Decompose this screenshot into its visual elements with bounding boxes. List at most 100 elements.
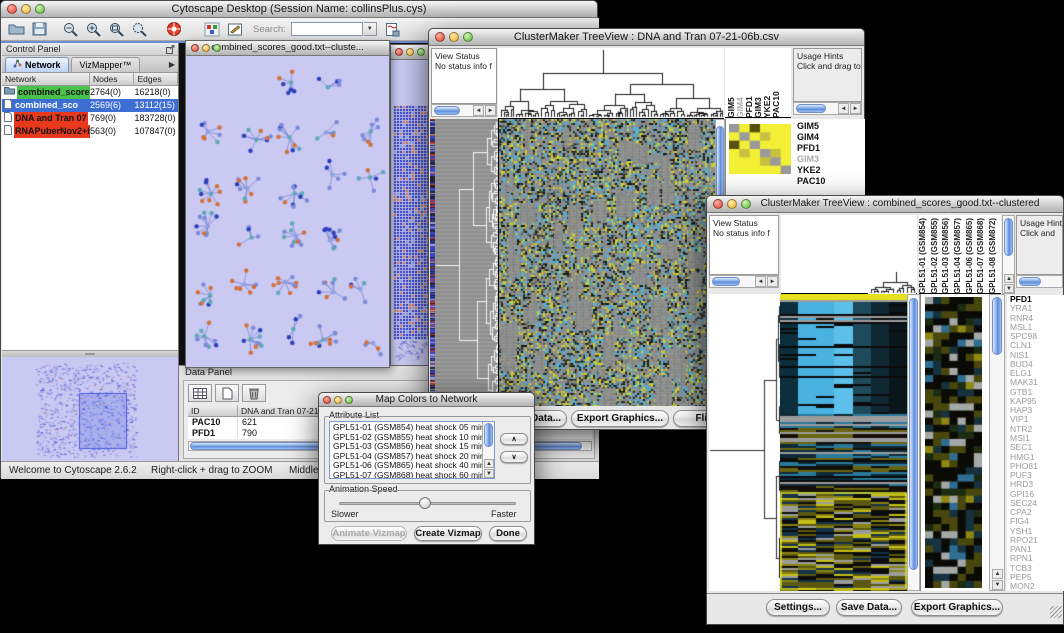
- close-button[interactable]: [191, 44, 199, 52]
- tv1-row-dendrogram[interactable]: [435, 119, 498, 406]
- network-row[interactable]: DNA and Tran 07769(0)183728(0): [2, 112, 178, 125]
- tv2-settings-button[interactable]: Settings...: [766, 599, 830, 616]
- tv2-column-dendrogram[interactable]: [868, 270, 916, 294]
- scroll-left-arrow[interactable]: ◄: [755, 276, 766, 287]
- scroll-right-arrow[interactable]: ►: [850, 103, 861, 114]
- tv1-heatmap[interactable]: [498, 119, 715, 406]
- maximize-button[interactable]: [345, 396, 353, 404]
- annotation-icon[interactable]: [224, 19, 246, 39]
- save-icon[interactable]: [28, 19, 50, 39]
- open-folder-icon[interactable]: [5, 19, 27, 39]
- search-options-icon[interactable]: [382, 19, 404, 39]
- scroll-thumb[interactable]: [1019, 277, 1041, 286]
- gene-label[interactable]: PFD1: [797, 143, 863, 154]
- tv1-correlation-matrix[interactable]: [729, 124, 791, 174]
- move-down-button[interactable]: ∨: [500, 451, 528, 463]
- main-title-bar[interactable]: Cytoscape Desktop (Session Name: collins…: [1, 1, 597, 18]
- scroll-thumb[interactable]: [909, 298, 918, 570]
- create-vizmap-button[interactable]: Create Vizmap: [414, 526, 482, 541]
- scroll-up-arrow[interactable]: ▲: [1004, 274, 1014, 283]
- tv1-export-graphics-button[interactable]: Export Graphics...: [571, 410, 669, 427]
- tv2-viewstatus-scrollbar[interactable]: ◄ ►: [709, 275, 779, 288]
- tv1-title-bar[interactable]: ClusterMaker TreeView : DNA and Tran 07-…: [429, 29, 864, 46]
- attribute-list-vscrollbar[interactable]: ▲ ▼: [482, 422, 494, 478]
- tv2-heatmap[interactable]: [780, 294, 907, 591]
- scroll-down-arrow[interactable]: ▼: [484, 469, 494, 478]
- tv2-detail-heatmap[interactable]: [925, 297, 982, 588]
- close-button[interactable]: [713, 199, 723, 209]
- animate-vizmap-button[interactable]: Animate Vizmap: [331, 526, 407, 541]
- data-column-header[interactable]: ID: [188, 405, 238, 417]
- scroll-thumb[interactable]: [1004, 218, 1013, 256]
- zoom-in-icon[interactable]: [83, 19, 105, 39]
- maximize-button[interactable]: [463, 32, 473, 42]
- dialog-title-bar[interactable]: Map Colors to Network: [319, 393, 534, 407]
- help-lifering-icon[interactable]: [163, 19, 185, 39]
- minimize-button[interactable]: [334, 396, 342, 404]
- maximize-button[interactable]: [741, 199, 751, 209]
- scroll-thumb[interactable]: [992, 297, 1002, 355]
- scroll-thumb[interactable]: [434, 106, 460, 115]
- gene-label[interactable]: MON2: [1010, 582, 1064, 591]
- zoom-out-icon[interactable]: [60, 19, 82, 39]
- tab-network[interactable]: Network: [5, 57, 69, 72]
- gene-label[interactable]: GIM5: [797, 121, 863, 132]
- scroll-right-arrow[interactable]: ►: [485, 105, 496, 116]
- tab-overflow-arrow[interactable]: ▶: [169, 57, 175, 72]
- vizmapper-icon[interactable]: [201, 19, 223, 39]
- scroll-up-arrow[interactable]: ▲: [484, 459, 494, 468]
- tv2-usagehints-scrollbar[interactable]: [1016, 275, 1063, 288]
- attribute-select-icon[interactable]: [188, 384, 212, 402]
- resize-grip[interactable]: [1050, 606, 1062, 618]
- tv1-usagehints-scrollbar[interactable]: ◄ ►: [793, 102, 862, 115]
- tv2-title-bar[interactable]: ClusterMaker TreeView : combined_scores_…: [707, 196, 1063, 213]
- tv2-row-dendrogram[interactable]: [709, 294, 780, 591]
- close-button[interactable]: [435, 32, 445, 42]
- frame1-title-bar[interactable]: combined_scores_good.txt--cluste...: [186, 41, 389, 56]
- column-header-network[interactable]: Network: [2, 73, 90, 86]
- new-attribute-icon[interactable]: [215, 384, 239, 402]
- scroll-left-arrow[interactable]: ◄: [473, 105, 484, 116]
- speed-slider-thumb[interactable]: [419, 497, 431, 509]
- tv1-column-dendrogram[interactable]: [498, 48, 724, 119]
- column-header-edges[interactable]: Edges: [134, 73, 178, 86]
- tv2-heatmap-vscrollbar[interactable]: [907, 294, 920, 591]
- tv2-detail-vscrollbar[interactable]: ▲ ▼: [989, 294, 1005, 591]
- minimize-button[interactable]: [21, 4, 31, 14]
- tv1-viewstatus-scrollbar[interactable]: ◄ ►: [431, 104, 497, 117]
- zoom-selected-icon[interactable]: [129, 19, 151, 39]
- scroll-left-arrow[interactable]: ◄: [838, 103, 849, 114]
- scroll-thumb[interactable]: [796, 104, 826, 113]
- maximize-button[interactable]: [213, 44, 221, 52]
- search-dropdown-arrow[interactable]: ▼: [364, 22, 377, 36]
- column-header-nodes[interactable]: Nodes: [90, 73, 135, 86]
- minimize-button[interactable]: [449, 32, 459, 42]
- move-up-button[interactable]: ∧: [500, 433, 528, 445]
- scroll-down-arrow[interactable]: ▼: [1004, 284, 1014, 293]
- scroll-up-arrow[interactable]: ▲: [992, 569, 1003, 579]
- minimize-button[interactable]: [406, 48, 414, 56]
- close-button[interactable]: [323, 396, 331, 404]
- network-row[interactable]: combined_scores2764(0)16218(0): [2, 86, 178, 99]
- maximize-button[interactable]: [35, 4, 45, 14]
- minimize-button[interactable]: [727, 199, 737, 209]
- gene-label[interactable]: GIM4: [797, 132, 863, 143]
- close-button[interactable]: [7, 4, 17, 14]
- tab-vizmapper[interactable]: VizMapper™: [71, 57, 141, 72]
- tv2-top-vscrollbar[interactable]: ▲ ▼: [1002, 215, 1015, 294]
- scroll-thumb[interactable]: [484, 423, 493, 447]
- gene-label[interactable]: PAC10: [797, 176, 863, 187]
- maximize-button[interactable]: [417, 48, 425, 56]
- delete-attribute-icon[interactable]: [242, 384, 266, 402]
- scroll-right-arrow[interactable]: ►: [767, 276, 778, 287]
- network-overview-canvas[interactable]: [2, 357, 178, 461]
- network-row[interactable]: RNAPuberNov2+I563(0)107847(0): [2, 125, 178, 138]
- scroll-down-arrow[interactable]: ▼: [992, 580, 1003, 590]
- search-input[interactable]: [291, 22, 363, 36]
- close-button[interactable]: [395, 48, 403, 56]
- tv2-export-graphics-button[interactable]: Export Graphics...: [911, 599, 1003, 616]
- zoom-fit-icon[interactable]: [106, 19, 128, 39]
- gene-label[interactable]: GIM3: [797, 154, 863, 165]
- attribute-item[interactable]: GPL51-07 (GSM868) heat shock 60 min: [333, 471, 494, 479]
- done-button[interactable]: Done: [489, 526, 527, 541]
